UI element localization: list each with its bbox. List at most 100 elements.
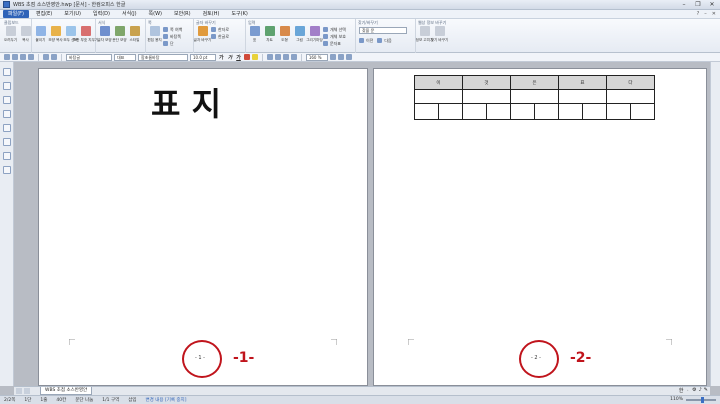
web-find-replace-button[interactable]: 찾기 바꾸기 [431,26,448,50]
style-select[interactable]: 바탕글 [66,53,112,61]
save-icon[interactable] [20,54,26,60]
outdent-icon[interactable] [345,54,352,60]
settings-icon[interactable] [3,166,11,174]
table-header-cell[interactable]: 것 [461,75,511,90]
menu-security[interactable]: 보안(R) [169,10,196,18]
print-icon[interactable] [28,54,34,60]
zoom-slider-thumb[interactable] [700,396,704,403]
undo-icon[interactable] [43,54,49,60]
menu-review[interactable]: 검토(H) [198,10,225,18]
char-replace-button[interactable]: 글자 바꾸기 [194,26,211,50]
maximize-button[interactable]: ❐ [694,1,702,8]
align-center-icon[interactable] [274,54,281,60]
table-cell[interactable] [581,103,607,120]
align-justify-icon[interactable] [290,54,297,60]
table-cell[interactable] [533,103,559,120]
table-cell[interactable] [461,89,511,104]
font-select[interactable]: 함초롬바탕 [138,53,188,61]
close-button[interactable]: ✕ [708,1,716,8]
table-button[interactable]: 표 [248,26,261,50]
chart-button[interactable]: 차트 [263,26,276,50]
align-left-icon[interactable] [266,54,273,60]
table-cell[interactable] [485,103,511,120]
line-spacing-icon[interactable] [329,54,336,60]
new-doc-icon[interactable] [4,54,10,60]
to-hangul-button[interactable]: 한글로 [211,33,229,40]
doc-close-button[interactable]: ✕ [712,11,716,17]
master-page-button[interactable]: 바탕쪽 [163,33,182,40]
menu-format[interactable]: 서식(J) [117,10,142,18]
navigation-icon[interactable] [3,68,11,76]
table-cell[interactable] [605,89,656,104]
copy-button[interactable]: 복사 [19,26,32,50]
format-painter-button[interactable]: 모양 복사 [48,26,63,50]
table-header-cell[interactable]: 다 [605,75,656,90]
dot-icon[interactable]: ㆍ [686,387,691,394]
shape-button[interactable]: 도형 [278,26,291,50]
menu-edit[interactable]: 편집(E) [31,10,57,18]
picture-button[interactable]: 그림 [293,26,306,50]
menu-page[interactable]: 쪽(W) [144,10,167,18]
indent-icon[interactable] [337,54,344,60]
pen-icon[interactable]: ✎ [704,387,708,394]
object-select-button[interactable]: 개체 선택 [323,26,346,33]
table-header-cell[interactable]: 이 [414,75,463,90]
menu-file[interactable]: 파일(F) [3,10,29,18]
dictionary-icon[interactable] [3,138,11,146]
tab-prev-icon[interactable] [16,388,22,394]
vertical-scrollbar[interactable] [710,62,720,386]
document-tab[interactable]: WBS 초점 소스반영안 [40,387,93,395]
page-setup-button[interactable]: 편집 용지 [147,26,162,50]
font-color-icon[interactable] [243,54,250,60]
font-size-select[interactable]: 10.0 pt [190,53,216,61]
table-cell[interactable] [629,103,656,120]
find-prev-button[interactable]: 이전 [359,37,373,44]
clear-markup-button[interactable]: 조판 부호 지우기 [73,26,98,50]
table-cell[interactable] [509,89,559,104]
find-next-button[interactable]: 다음 [377,37,392,44]
ime-icon[interactable]: 한 [679,387,684,394]
music-icon[interactable]: ♪ [699,387,702,394]
align-right-icon[interactable] [282,54,289,60]
info-edit-button[interactable]: 정보 고치기 [416,26,433,50]
menu-insert[interactable]: 입력(D) [88,10,115,18]
image-gallery-icon[interactable] [3,152,11,160]
table-cell[interactable] [437,103,463,120]
table-header-cell[interactable]: 표 [557,75,607,90]
italic-button[interactable]: 가 [227,54,234,61]
zoom-select[interactable]: 160 % [305,53,328,61]
table-cell[interactable] [414,103,439,120]
lang-select[interactable]: 대표 [114,53,136,61]
symbol-button[interactable]: 문자표 [323,40,346,47]
zoom-slider[interactable] [686,396,716,403]
table-cell[interactable] [557,89,607,104]
gear-icon[interactable]: ⚙ [692,387,696,394]
para-shape-button[interactable]: 문단 모양 [112,26,127,50]
clipart-icon[interactable] [3,110,11,118]
underline-button[interactable]: 가 [235,54,242,61]
minimize-button[interactable]: – [680,1,688,8]
menu-view[interactable]: 보기(U) [59,10,86,18]
page-1[interactable]: 표 지 - 1 - -1- [38,68,368,386]
find-input[interactable]: 찾을 문 [359,27,407,34]
bold-button[interactable]: 가 [218,54,225,61]
table-cell[interactable] [557,103,583,120]
char-shape-button[interactable]: 글자 모양 [97,26,112,50]
to-hanja-button[interactable]: 한자로 [211,26,229,33]
paste-button[interactable]: 붙이기 [34,26,47,50]
columns-button[interactable]: 단 [163,40,182,47]
cut-button[interactable]: 오려두기 [4,26,17,50]
object-icon[interactable] [3,124,11,132]
bookmark-icon[interactable] [3,96,11,104]
highlight-icon[interactable] [251,54,258,60]
table-cell[interactable] [461,103,487,120]
menu-tools[interactable]: 도구(K) [226,10,252,18]
table-cell[interactable] [414,89,463,104]
doc-minimize-button[interactable]: – [704,11,707,17]
page-margin-button[interactable]: 쪽 여백 [163,26,182,33]
open-icon[interactable] [12,54,18,60]
help-button[interactable]: ? [697,11,700,17]
history-icon[interactable] [3,82,11,90]
track-changes-status[interactable]: 변경 내용 [기록 중지] [146,397,187,403]
object-protect-button[interactable]: 개체 보호 [323,33,346,40]
